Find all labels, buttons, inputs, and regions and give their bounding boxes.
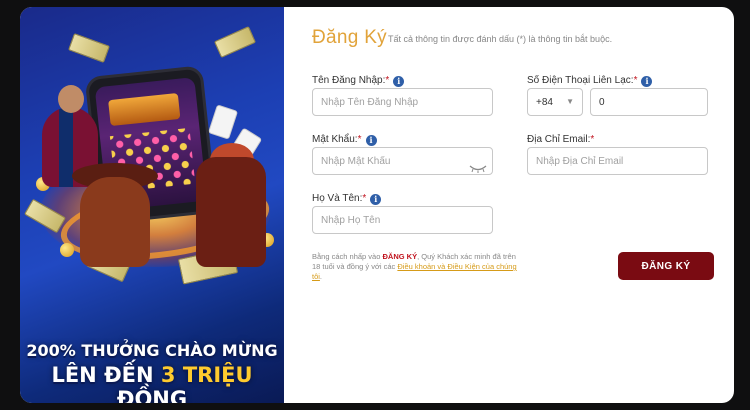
password-label: Mật Khẩu:* i <box>312 134 377 146</box>
consent-action: ĐĂNG KÝ <box>382 252 418 261</box>
dial-code-value: +84 <box>536 97 553 108</box>
consent-text-3: . <box>319 272 323 281</box>
info-icon[interactable]: i <box>641 76 653 87</box>
info-icon[interactable]: i <box>370 194 382 205</box>
promo-amount: LÊN ĐẾN 3 TRIỆU ĐỒNG <box>20 363 284 403</box>
promo-amount-highlight: 3 TRIỆU <box>160 363 253 387</box>
promo-banner: 200% THƯỞNG CHÀO MỪNG LÊN ĐẾN 3 TRIỆU ĐỒ… <box>20 7 284 403</box>
chevron-down-icon: ▼ <box>566 97 574 106</box>
phone-label-text: Số Điện Thoại Liên Lạc: <box>527 75 634 86</box>
warrior-character-image <box>196 157 266 267</box>
banner-card-image <box>207 104 239 140</box>
form-title: Đăng Ký <box>312 27 387 48</box>
phone-input[interactable] <box>590 88 708 116</box>
registration-modal: 200% THƯỞNG CHÀO MỪNG LÊN ĐẾN 3 TRIỆU ĐỒ… <box>20 7 734 403</box>
pirate-character-image <box>80 177 150 267</box>
fullname-input[interactable] <box>312 206 493 234</box>
eye-closed-icon[interactable] <box>469 165 487 173</box>
promo-amount-suffix: ĐỒNG <box>116 387 188 403</box>
game-logo <box>108 92 181 127</box>
info-icon[interactable]: i <box>365 135 377 146</box>
promo-headline: 200% THƯỞNG CHÀO MỪNG <box>26 341 278 360</box>
email-label-text: Địa Chỉ Email: <box>527 134 591 145</box>
required-mark: * <box>357 134 362 145</box>
email-label: Địa Chỉ Email:* <box>527 134 594 145</box>
password-label-text: Mật Khẩu: <box>312 134 358 145</box>
banner-coin-image <box>60 243 74 257</box>
promo-amount-prefix: LÊN ĐẾN <box>51 363 161 387</box>
consent-text-1: Bằng cách nhấp vào <box>312 252 383 261</box>
required-mark: * <box>385 75 390 86</box>
dial-code-select[interactable]: +84 ▼ <box>527 88 583 116</box>
required-mark: * <box>633 75 638 86</box>
phone-label: Số Điện Thoại Liên Lạc:* i <box>527 75 653 87</box>
username-input[interactable] <box>312 88 493 116</box>
username-label-text: Tên Đăng Nhập: <box>312 75 386 86</box>
password-input[interactable] <box>312 147 493 175</box>
email-input[interactable] <box>527 147 708 175</box>
fullname-label-text: Họ Và Tên: <box>312 193 363 204</box>
register-button[interactable]: ĐĂNG KÝ <box>618 252 714 280</box>
banner-bill-image <box>68 33 110 63</box>
required-mark: * <box>590 134 595 145</box>
fullname-label: Họ Và Tên:* i <box>312 193 382 205</box>
info-icon[interactable]: i <box>393 76 405 87</box>
required-mark: * <box>362 193 367 204</box>
username-label: Tên Đăng Nhập:* i <box>312 75 405 87</box>
banner-bill-image <box>213 26 257 58</box>
form-subtitle: Tất cả thông tin được đánh dấu (*) là th… <box>388 34 613 44</box>
registration-form: Đăng Ký Tất cả thông tin được đánh dấu (… <box>284 7 734 403</box>
football-player-head <box>58 85 84 113</box>
terms-consent-text: Bằng cách nhấp vào ĐĂNG KÝ, Quý Khách xá… <box>312 252 524 282</box>
